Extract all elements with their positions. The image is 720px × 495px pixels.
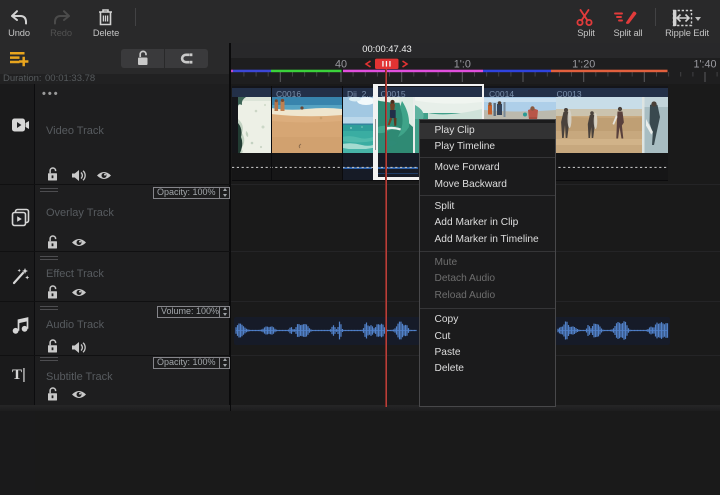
- svg-text:1':20: 1':20: [572, 59, 595, 71]
- svg-text:40: 40: [335, 59, 347, 71]
- svg-text:1':40: 1':40: [693, 59, 716, 71]
- svg-text:1':0: 1':0: [454, 59, 471, 71]
